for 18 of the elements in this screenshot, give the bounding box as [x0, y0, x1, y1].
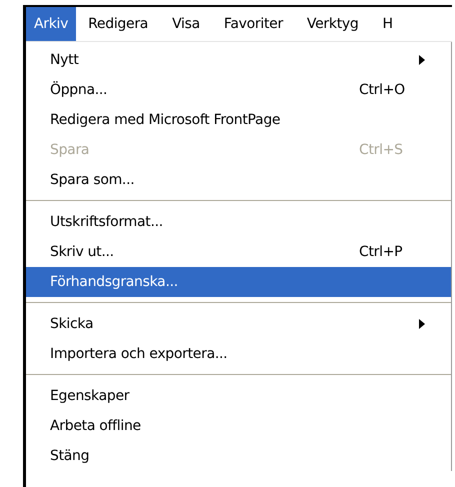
menu-item[interactable]: Utskriftsformat...	[26, 207, 451, 237]
menu-item[interactable]: Nytt	[26, 45, 451, 75]
menu-bar-item[interactable]: H	[374, 7, 401, 41]
menu-bar-item[interactable]: Verktyg	[298, 7, 366, 41]
menu-item[interactable]: Skicka	[26, 309, 451, 339]
menu-bar-item[interactable]: Arkiv	[26, 7, 76, 41]
menu-item[interactable]: Arbeta offline	[26, 411, 451, 441]
menu-item[interactable]: Egenskaper	[26, 381, 451, 411]
menu-item[interactable]: Stäng	[26, 441, 451, 471]
menu-item[interactable]: Förhandsgranska...	[26, 267, 451, 297]
menu-bar-item[interactable]: Redigera	[80, 7, 156, 41]
menu-item[interactable]: Spara som...	[26, 165, 451, 195]
menu-item[interactable]: Redigera med Microsoft FrontPage	[26, 105, 451, 135]
menu-item[interactable]: Öppna... Ctrl+O	[26, 75, 451, 105]
menu-bar-item[interactable]: Favoriter	[216, 7, 291, 41]
menu-bar-item[interactable]: Visa	[164, 7, 208, 41]
menu-item[interactable]: Importera och exportera...	[26, 339, 451, 369]
menu-item[interactable]: Skriv ut... Ctrl+P	[26, 237, 451, 267]
